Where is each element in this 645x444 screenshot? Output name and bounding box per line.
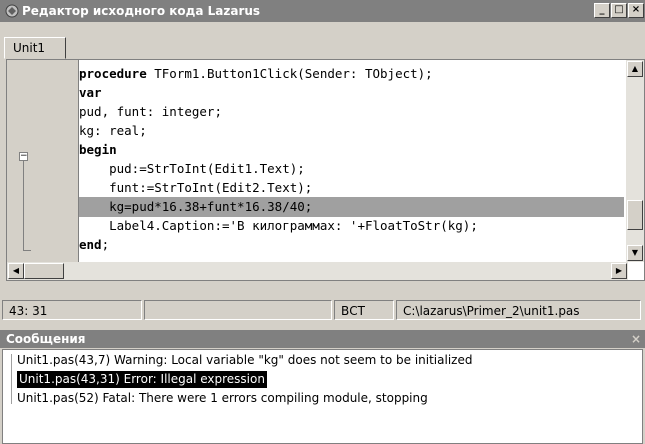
- code-line-7[interactable]: funt:=StrToInt(Edit2.Text);: [79, 178, 624, 198]
- title-bar[interactable]: Редактор исходного кода Lazarus _ □ ×: [0, 0, 645, 22]
- code-line-6[interactable]: pud:=StrToInt(Edit1.Text);: [79, 159, 624, 179]
- scroll-down-icon[interactable]: ▼: [627, 245, 643, 261]
- code-line-9[interactable]: Label4.Caption:='В килограммах: '+FloatT…: [79, 216, 624, 236]
- keyword: procedure: [79, 66, 147, 81]
- code-line-8-highlighted[interactable]: kg=pud*16.38+funt*16.38/40;: [79, 197, 624, 217]
- fold-collapse-icon[interactable]: −: [19, 152, 28, 161]
- status-bar: 43: 31 ВСТ C:\lazarus\Primer_2\unit1.pas: [0, 292, 645, 322]
- horizontal-scrollbar[interactable]: ◀ ▶: [7, 262, 628, 280]
- keyword: begin: [79, 142, 117, 157]
- code-line-3[interactable]: pud, funt: integer;: [79, 102, 624, 122]
- keyword: end: [79, 237, 102, 252]
- close-icon[interactable]: ×: [631, 332, 641, 346]
- code-line-1[interactable]: procedure TForm1.Button1Click(Sender: TO…: [79, 64, 624, 84]
- messages-header: Сообщения ×: [0, 330, 645, 348]
- code-text: funt:=StrToInt(Edit2.Text);: [79, 180, 313, 195]
- keyword: var: [79, 85, 102, 100]
- tab-strip: Unit1: [0, 22, 645, 59]
- tab-unit1[interactable]: Unit1: [4, 37, 66, 59]
- message-item-selected[interactable]: Unit1.pas(43,31) Error: Illegal expressi…: [17, 371, 267, 388]
- minimize-button[interactable]: _: [594, 3, 610, 18]
- code-line-4[interactable]: kg: real;: [79, 121, 624, 141]
- close-button[interactable]: ×: [628, 3, 644, 18]
- message-item[interactable]: Unit1.pas(43,7) Warning: Local variable …: [17, 352, 472, 369]
- vertical-scroll-thumb[interactable]: [627, 200, 643, 230]
- editor-gutter: −: [7, 60, 79, 262]
- code-text: TForm1.Button1Click(Sender: TObject);: [146, 66, 433, 81]
- code-editor[interactable]: − procedure TForm1.Button1Click(Sender: …: [6, 59, 645, 281]
- scroll-right-icon[interactable]: ▶: [611, 263, 627, 279]
- messages-title: Сообщения: [6, 332, 86, 346]
- scroll-up-icon[interactable]: ▲: [627, 61, 643, 77]
- code-area[interactable]: procedure TForm1.Button1Click(Sender: TO…: [79, 64, 624, 262]
- maximize-button[interactable]: □: [611, 3, 627, 18]
- cursor-position: 43: 31: [2, 300, 142, 320]
- horizontal-scroll-thumb[interactable]: [24, 263, 64, 279]
- fold-end-marker: [23, 250, 31, 251]
- code-text: pud:=StrToInt(Edit1.Text);: [79, 161, 305, 176]
- messages-list[interactable]: Unit1.pas(43,7) Warning: Local variable …: [2, 349, 643, 444]
- status-panel-empty: [144, 300, 332, 320]
- lazarus-app-icon: [5, 4, 19, 18]
- code-text: kg: real;: [79, 123, 147, 138]
- code-text: ;: [101, 237, 110, 252]
- code-text: kg=pud*16.38+funt*16.38/40;: [79, 199, 313, 214]
- vertical-scrollbar[interactable]: ▲ ▼: [626, 60, 644, 262]
- code-line-5[interactable]: begin: [79, 140, 624, 160]
- code-text: Label4.Caption:='В килограммах: '+FloatT…: [79, 218, 478, 233]
- tree-line: [11, 354, 12, 404]
- message-item[interactable]: Unit1.pas(52) Fatal: There were 1 errors…: [17, 390, 428, 407]
- code-line-10[interactable]: end;: [79, 235, 624, 255]
- fold-line: [23, 161, 24, 251]
- window-title: Редактор исходного кода Lazarus: [22, 4, 261, 18]
- insert-mode: ВСТ: [334, 300, 394, 320]
- file-path: C:\lazarus\Primer_2\unit1.pas: [396, 300, 641, 320]
- scroll-left-icon[interactable]: ◀: [8, 263, 24, 279]
- lazarus-source-editor-window: Редактор исходного кода Lazarus _ □ × Un…: [0, 0, 645, 444]
- code-line-2[interactable]: var: [79, 83, 624, 103]
- messages-panel: Сообщения × Unit1.pas(43,7) Warning: Loc…: [0, 330, 645, 444]
- code-text: pud, funt: integer;: [79, 104, 222, 119]
